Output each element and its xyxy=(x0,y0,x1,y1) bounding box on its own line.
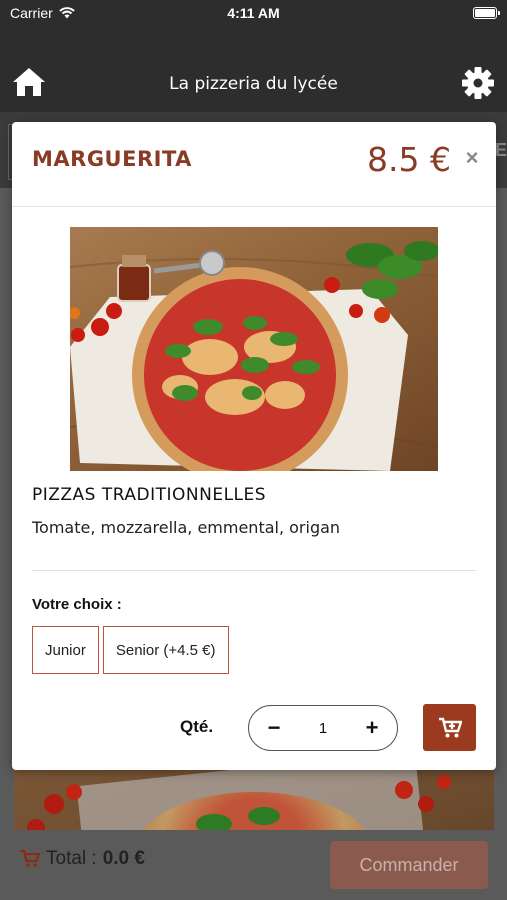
option-senior[interactable]: Senior (+4.5 €) xyxy=(102,626,229,674)
settings-button[interactable] xyxy=(461,66,495,100)
product-price: 8.5 € xyxy=(367,140,451,179)
close-icon[interactable]: × xyxy=(462,147,482,169)
order-button[interactable]: Commander xyxy=(330,841,488,889)
choice-label: Votre choix : xyxy=(32,596,122,613)
category-tab-partial: E xyxy=(494,140,507,160)
quantity-label: Qté. xyxy=(180,717,214,736)
product-image xyxy=(70,227,438,471)
cart-total: Total : 0.0 € xyxy=(20,848,145,870)
increment-button[interactable]: + xyxy=(361,715,383,740)
add-to-cart-icon xyxy=(438,717,462,737)
decrement-button[interactable]: − xyxy=(263,715,285,740)
add-to-cart-button[interactable] xyxy=(423,704,476,751)
quantity-value: 1 xyxy=(318,719,328,737)
gear-icon xyxy=(462,67,494,99)
status-bar: Carrier 4:11 AM xyxy=(0,0,507,28)
app-header: La pizzeria du lycée xyxy=(0,28,507,112)
cart-icon xyxy=(20,850,40,867)
product-category: PIZZAS TRADITIONNELLES xyxy=(32,485,267,505)
quantity-stepper: − 1 + xyxy=(248,705,398,751)
page-title: La pizzeria du lycée xyxy=(169,74,338,94)
battery-icon xyxy=(473,7,500,19)
product-modal: MARGUERITA 8.5 € × PIZZAS TRADITIONNELLE… xyxy=(12,122,496,770)
total-label: Total : xyxy=(46,848,97,869)
product-description: Tomate, mozzarella, emmental, origan xyxy=(32,518,341,537)
divider xyxy=(32,570,476,571)
status-time: 4:11 AM xyxy=(227,5,280,21)
divider xyxy=(12,206,496,207)
bottom-bar: Total : 0.0 € Commander xyxy=(0,830,507,900)
size-options: Junior Senior (+4.5 €) xyxy=(32,626,229,674)
total-value: 0.0 € xyxy=(102,848,145,869)
option-junior[interactable]: Junior xyxy=(32,626,99,674)
product-name: MARGUERITA xyxy=(32,147,192,171)
